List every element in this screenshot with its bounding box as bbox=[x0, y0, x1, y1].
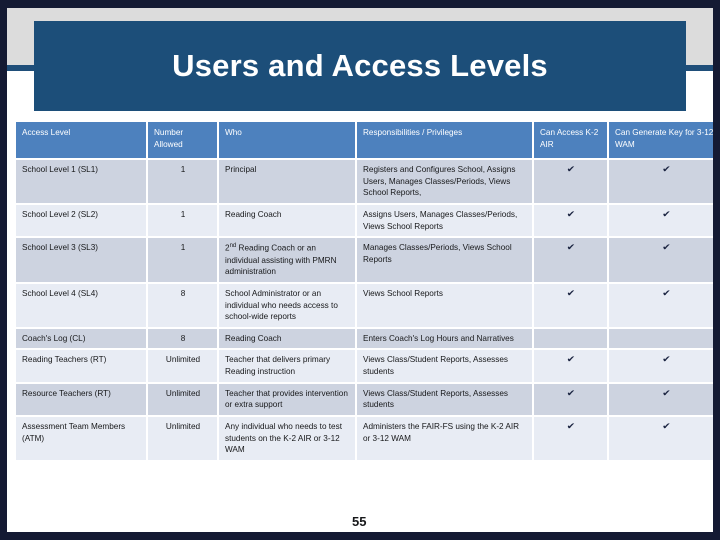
table-row: Resource Teachers (RT) Unlimited Teacher t… bbox=[16, 383, 713, 415]
access-levels-table-wrapper: Access Level Number Allowed Who Responsi… bbox=[14, 120, 713, 462]
check-icon: ✔ bbox=[566, 420, 576, 431]
cell-can-access-k2-air: ✔ bbox=[534, 160, 607, 203]
cell-can-generate-key-312-wam: ✔ bbox=[609, 204, 713, 237]
table-row: Reading Teachers (RT) Unlimited Teacher th… bbox=[16, 350, 713, 382]
page-title: Users and Access Levels bbox=[172, 47, 548, 83]
table-row: School Level 4 (SL4) 8 School Administrato… bbox=[16, 283, 713, 327]
cell-can-generate-key-312-wam: ✔ bbox=[609, 416, 713, 460]
cell-number-allowed: 1 bbox=[148, 238, 217, 282]
check-icon: ✔ bbox=[662, 354, 671, 365]
cell-number-allowed: 1 bbox=[148, 160, 217, 203]
column-header-access-level: Access Level bbox=[16, 122, 146, 158]
cell-access-level: Assessment Team Members (ATM) bbox=[16, 416, 146, 460]
cell-can-generate-key-312-wam: ✔ bbox=[609, 238, 713, 282]
cell-responsibilities: Administers the FAIR-FS using the K-2 AI… bbox=[357, 416, 532, 460]
cell-can-generate-key-312-wam bbox=[609, 328, 713, 349]
column-header-who: Who bbox=[219, 122, 355, 158]
table-row: Coach's Log (CL) 8 Reading Coach Enters Coa… bbox=[16, 328, 713, 349]
cell-access-level: Reading Teachers (RT) bbox=[16, 350, 146, 382]
check-icon: ✔ bbox=[566, 208, 576, 219]
table-row: School Level 1 (SL1) 1 Principal Registers … bbox=[16, 160, 713, 203]
cell-can-access-k2-air: ✔ bbox=[534, 350, 607, 382]
cell-access-level: School Level 1 (SL1) bbox=[16, 160, 146, 203]
check-icon: ✔ bbox=[566, 354, 576, 365]
cell-access-level: School Level 3 (SL3) bbox=[16, 238, 146, 282]
check-icon: ✔ bbox=[566, 287, 576, 298]
table-row: School Level 2 (SL2) 1 Reading Coach Assign… bbox=[16, 204, 713, 237]
cell-access-level: School Level 2 (SL2) bbox=[16, 204, 146, 237]
cell-who: Teacher that delivers primary Reading in… bbox=[219, 350, 355, 382]
check-icon: ✔ bbox=[566, 242, 576, 253]
table-row: Assessment Team Members (ATM) Unlimited An… bbox=[16, 416, 713, 460]
cell-access-level: School Level 4 (SL4) bbox=[16, 283, 146, 327]
check-icon: ✔ bbox=[566, 164, 576, 174]
title-block: Users and Access Levels bbox=[34, 21, 686, 111]
column-header-number-allowed: Number Allowed bbox=[148, 122, 217, 158]
cell-access-level: Resource Teachers (RT) bbox=[16, 383, 146, 415]
cell-responsibilities: Views Class/Student Reports, Assesses st… bbox=[357, 350, 532, 382]
column-header-responsibilities: Responsibilities / Privileges bbox=[357, 122, 532, 158]
access-levels-table: Access Level Number Allowed Who Responsi… bbox=[14, 120, 713, 462]
check-icon: ✔ bbox=[662, 420, 671, 431]
cell-number-allowed: 8 bbox=[148, 283, 217, 327]
cell-access-level: Coach's Log (CL) bbox=[16, 328, 146, 349]
table-header: Access Level Number Allowed Who Responsi… bbox=[16, 122, 713, 158]
table-body: School Level 1 (SL1) 1 Principal Registers … bbox=[16, 160, 713, 460]
check-icon: ✔ bbox=[662, 208, 671, 219]
cell-who: Reading Coach bbox=[219, 328, 355, 349]
column-header-can-generate-key-312-wam: Can Generate Key for 3-12 WAM bbox=[609, 122, 713, 158]
cell-responsibilities: Registers and Configures School, Assigns… bbox=[357, 160, 532, 203]
check-icon: ✔ bbox=[566, 387, 576, 398]
cell-can-access-k2-air: ✔ bbox=[534, 283, 607, 327]
cell-responsibilities: Manages Classes/Periods, Views School Re… bbox=[357, 238, 532, 282]
cell-can-access-k2-air: ✔ bbox=[534, 238, 607, 282]
cell-can-access-k2-air: ✔ bbox=[534, 416, 607, 460]
cell-who: Teacher that provides intervention or ex… bbox=[219, 383, 355, 415]
cell-who: Principal bbox=[219, 160, 355, 203]
check-icon: ✔ bbox=[662, 287, 671, 298]
cell-number-allowed: Unlimited bbox=[148, 416, 217, 460]
cell-who: Reading Coach bbox=[219, 204, 355, 237]
cell-responsibilities: Enters Coach's Log Hours and Narratives bbox=[357, 328, 532, 349]
cell-who: School Administrator or an individual wh… bbox=[219, 283, 355, 327]
cell-responsibilities: Assigns Users, Manages Classes/Periods, … bbox=[357, 204, 532, 237]
table-row: School Level 3 (SL3) 1 2nd Reading Coach o… bbox=[16, 238, 713, 282]
table-header-row: Access Level Number Allowed Who Responsi… bbox=[16, 122, 713, 158]
cell-number-allowed: Unlimited bbox=[148, 350, 217, 382]
cell-number-allowed: 8 bbox=[148, 328, 217, 349]
cell-can-generate-key-312-wam: ✔ bbox=[609, 283, 713, 327]
cell-responsibilities: Views School Reports bbox=[357, 283, 532, 327]
slide-number: 55 bbox=[352, 514, 367, 529]
column-header-can-access-k2-air: Can Access K-2 AIR bbox=[534, 122, 607, 158]
cell-number-allowed: 1 bbox=[148, 204, 217, 237]
ordinal-suffix: nd bbox=[229, 243, 237, 250]
cell-can-generate-key-312-wam: ✔ bbox=[609, 350, 713, 382]
cell-who: Any individual who needs to test student… bbox=[219, 416, 355, 460]
slide-canvas: Users and Access Levels Access Level Num… bbox=[0, 0, 720, 540]
cell-can-access-k2-air bbox=[534, 328, 607, 349]
cell-can-generate-key-312-wam: ✔ bbox=[609, 383, 713, 415]
check-icon: ✔ bbox=[662, 164, 671, 174]
check-icon: ✔ bbox=[662, 387, 671, 398]
cell-responsibilities: Views Class/Student Reports, Assesses st… bbox=[357, 383, 532, 415]
cell-can-access-k2-air: ✔ bbox=[534, 383, 607, 415]
cell-number-allowed: Unlimited bbox=[148, 383, 217, 415]
cell-who: 2nd Reading Coach or an individual assis… bbox=[219, 238, 355, 282]
cell-can-access-k2-air: ✔ bbox=[534, 204, 607, 237]
cell-can-generate-key-312-wam: ✔ bbox=[609, 160, 713, 203]
check-icon: ✔ bbox=[662, 242, 671, 253]
